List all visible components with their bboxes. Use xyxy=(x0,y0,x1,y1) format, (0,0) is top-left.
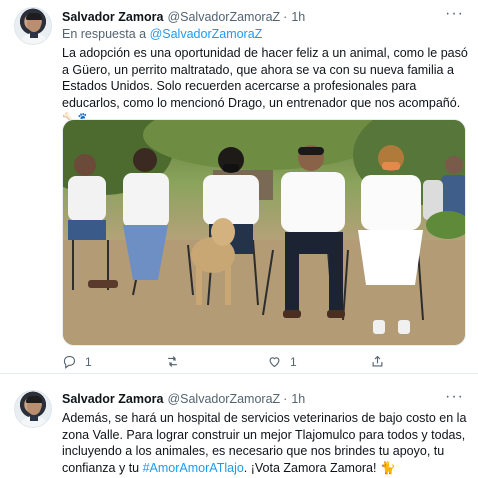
tweet-text: Además, se hará un hospital de servicios… xyxy=(62,410,472,476)
author-handle[interactable]: @SalvadorZamoraZ xyxy=(167,10,280,24)
more-icon[interactable]: ··· xyxy=(445,6,464,22)
timestamp[interactable]: 1h xyxy=(291,10,305,24)
tweet-text-part: . ¡Vota Zamora Zamora! 🐈 xyxy=(243,460,396,475)
tweet-header: Salvador Zamora @SalvadorZamoraZ · 1h xyxy=(62,392,305,406)
avatar[interactable] xyxy=(14,390,52,428)
reply-to-link[interactable]: @SalvadorZamoraZ xyxy=(150,27,263,41)
hashtag-link[interactable]: #AmorAmorATlajo xyxy=(143,461,244,475)
reply-prefix: En respuesta a xyxy=(62,27,147,41)
tweet-text: La adopción es una oportunidad de hacer … xyxy=(62,46,468,126)
retweet-icon xyxy=(167,356,177,367)
retweet-action[interactable] xyxy=(165,354,268,369)
event-photo-illustration xyxy=(63,120,465,345)
like-icon xyxy=(269,357,280,368)
share-icon xyxy=(372,355,382,367)
tweet-photo[interactable] xyxy=(62,119,466,346)
reply-action[interactable]: 1 xyxy=(62,354,165,369)
timestamp[interactable]: 1h xyxy=(291,392,305,406)
reply-icon xyxy=(63,355,76,369)
tweet-1[interactable]: Salvador Zamora @SalvadorZamoraZ · 1h ··… xyxy=(0,0,478,374)
author-handle[interactable]: @SalvadorZamoraZ xyxy=(167,392,280,406)
share-action[interactable] xyxy=(370,354,473,369)
like-count: 1 xyxy=(290,354,297,369)
reply-count: 1 xyxy=(85,354,92,369)
avatar[interactable] xyxy=(14,7,52,45)
tweet-header: Salvador Zamora @SalvadorZamoraZ · 1h xyxy=(62,10,305,24)
like-action[interactable]: 1 xyxy=(267,354,370,369)
reply-context: En respuesta a @SalvadorZamoraZ xyxy=(62,27,262,41)
separator: · xyxy=(283,392,288,406)
more-icon[interactable]: ··· xyxy=(445,389,464,405)
author-name[interactable]: Salvador Zamora xyxy=(62,392,163,406)
author-name[interactable]: Salvador Zamora xyxy=(62,10,163,24)
separator: · xyxy=(283,10,288,24)
tweet-actions: 1 1 xyxy=(62,354,472,369)
